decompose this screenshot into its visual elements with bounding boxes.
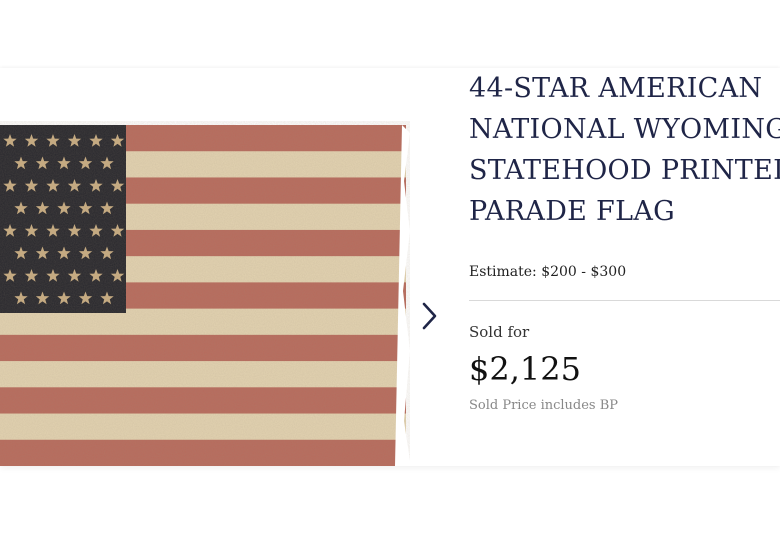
lot-title-line: PARADE FLAG <box>469 196 675 227</box>
divider <box>469 300 780 301</box>
flag-image <box>0 121 410 466</box>
lot-title-line: 44-STAR AMERICAN <box>469 73 763 104</box>
sold-price: $2,125 <box>469 350 581 388</box>
lot-detail-panel: 44-STAR AMERICAN NATIONAL WYOMING STATEH… <box>0 68 780 466</box>
chevron-right-icon <box>420 301 438 335</box>
lot-title-line: NATIONAL WYOMING <box>469 114 780 145</box>
sold-price-note: Sold Price includes BP <box>469 398 619 413</box>
lot-image[interactable] <box>0 121 410 466</box>
estimate-text: Estimate: $200 - $300 <box>469 264 627 280</box>
lot-title-line: STATEHOOD PRINTED <box>469 155 780 186</box>
sold-for-label: Sold for <box>469 323 530 341</box>
lot-title: 44-STAR AMERICAN NATIONAL WYOMING STATEH… <box>469 68 780 232</box>
next-image-button[interactable] <box>414 300 444 336</box>
